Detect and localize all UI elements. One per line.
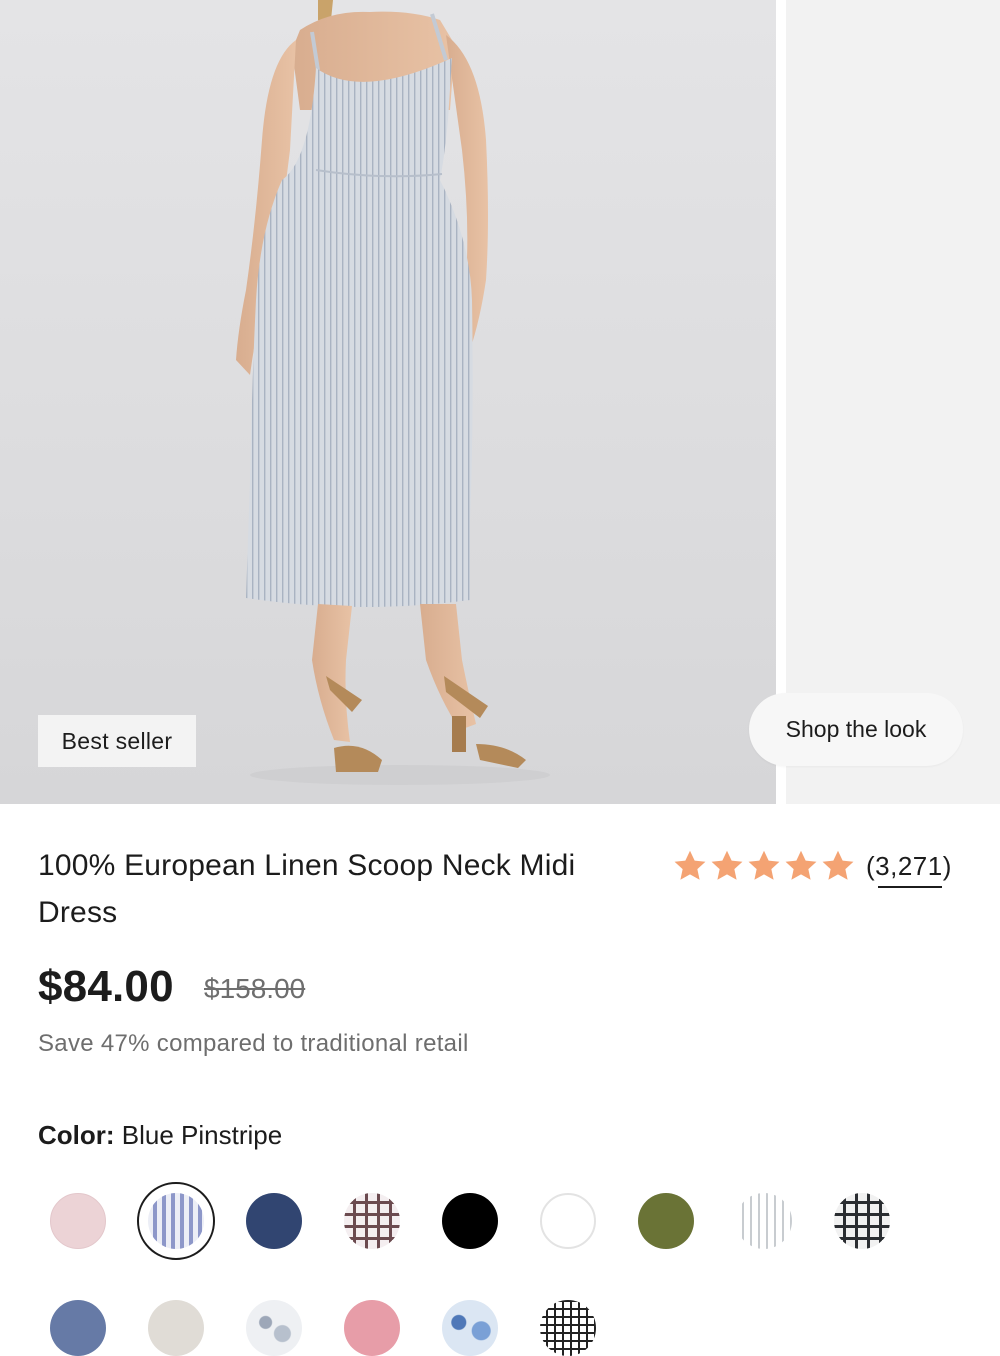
review-count-link[interactable]: (3,271) [866,850,952,888]
star-icon [785,850,817,880]
swatch-blue-pinstripe[interactable] [148,1193,204,1249]
star-icon [711,850,743,880]
swatch-olive[interactable] [638,1193,694,1249]
review-count: (3,271) [866,850,952,881]
swatch-slate-blue[interactable] [50,1300,106,1356]
swatch-white[interactable] [540,1193,596,1249]
swatch-blush[interactable] [50,1193,106,1249]
compare-at-price: $158.00 [204,973,306,1004]
star-rating [672,848,856,884]
swatch-navy[interactable] [246,1193,302,1249]
sale-price: $84.00 [38,962,174,1011]
best-seller-badge: Best seller [38,715,196,767]
savings-note: Save 47% compared to traditional retail [38,1030,469,1057]
swatch-black-grid[interactable] [540,1300,596,1356]
swatch-blue-floral[interactable] [442,1300,498,1356]
swatch-red-gingham[interactable] [344,1193,400,1249]
swatch-grey-floral[interactable] [246,1300,302,1356]
star-icon [748,850,780,880]
product-rating[interactable]: (3,271) [672,846,952,888]
swatch-black-gingham[interactable] [834,1193,890,1249]
swatch-pink[interactable] [344,1300,400,1356]
selected-color: Color: Blue Pinstripe [38,1120,282,1151]
swatch-light-grey[interactable] [148,1300,204,1356]
swatch-grey-stripe[interactable] [736,1193,792,1249]
review-count-underline [878,885,942,888]
shop-the-look-button[interactable]: Shop the look [749,693,963,766]
star-icon [822,850,854,880]
product-image-gallery[interactable]: Best seller Shop the look [0,0,1000,804]
color-label: Color: [38,1120,115,1150]
model-photo-illustration [236,0,550,785]
color-value: Blue Pinstripe [121,1120,283,1150]
star-icon [674,850,706,880]
swatch-black[interactable] [442,1193,498,1249]
product-title: 100% European Linen Scoop Neck Midi Dres… [38,849,576,929]
next-image-peek[interactable] [786,0,1000,804]
product-photo[interactable]: Best seller [0,0,776,804]
